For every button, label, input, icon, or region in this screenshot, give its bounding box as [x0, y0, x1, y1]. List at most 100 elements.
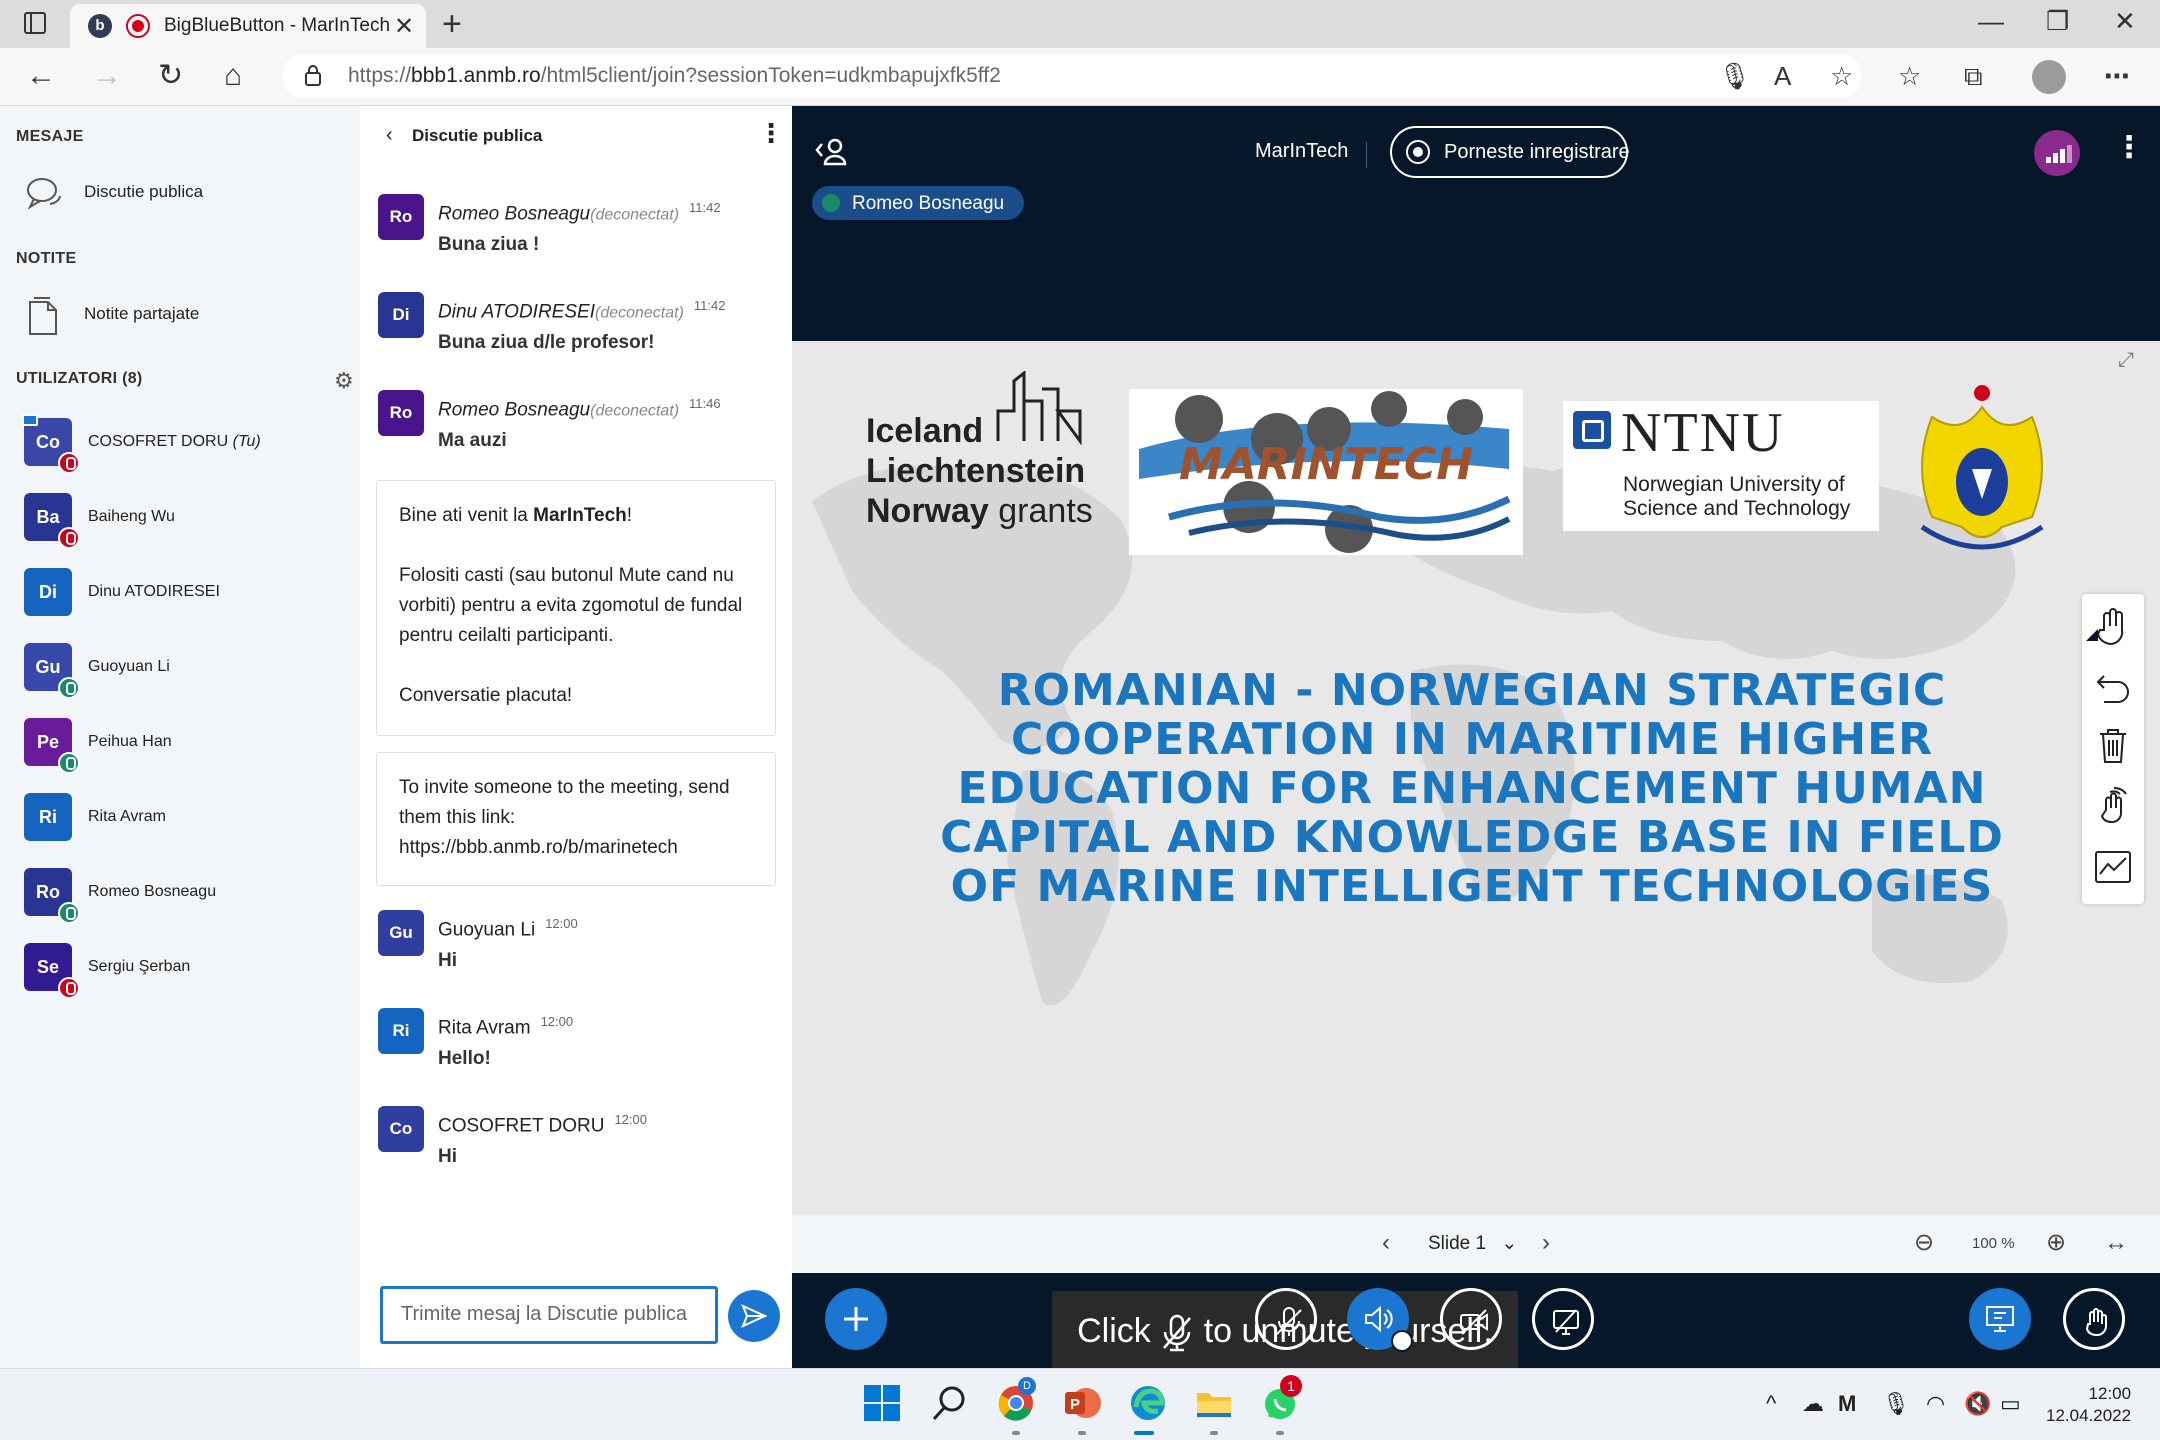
welcome-message: Bine ati venit la MarInTech! Folositi ca… — [376, 480, 776, 736]
user-item[interactable]: Ba Baiheng Wu — [24, 493, 344, 553]
minimize-icon[interactable]: — — [1978, 6, 2004, 37]
message-text: Hi — [438, 1146, 457, 1167]
raise-hand-button[interactable] — [2063, 1288, 2125, 1350]
user-item[interactable]: Ro Romeo Bosneagu — [24, 868, 344, 928]
user-options-gear-icon[interactable]: ⚙ — [334, 368, 354, 394]
battery-icon[interactable]: ▭ — [2000, 1391, 2021, 1417]
tab-actions-icon[interactable] — [24, 12, 46, 34]
fit-width-icon[interactable]: ↔ — [2104, 1229, 2128, 1257]
hand-tool-icon[interactable] — [2092, 606, 2134, 648]
whatsapp-icon[interactable]: 1 — [1260, 1375, 1302, 1423]
home-icon[interactable]: ⌂ — [224, 58, 242, 94]
add-favorite-icon[interactable]: ☆ — [1830, 60, 1853, 92]
annotation-pen-icon[interactable] — [2092, 846, 2134, 888]
powerpoint-icon[interactable]: P — [1062, 1383, 1102, 1423]
restore-icon[interactable]: ❐ — [2046, 6, 2069, 37]
chat-bubble-icon — [27, 178, 61, 210]
raise-hand-icon — [2085, 1308, 2107, 1337]
unmute-button[interactable] — [1255, 1288, 1317, 1350]
zoom-in-icon[interactable]: ⊕ — [2046, 1229, 2066, 1257]
favorites-icon[interactable]: ☆ — [1898, 60, 1921, 92]
message-author: Romeo Bosneagu(deconectat) 11:46 — [438, 396, 721, 421]
previous-slide-icon[interactable]: ‹ — [1382, 1229, 1390, 1257]
users-section-title: UTILIZATORI (8) — [16, 370, 143, 387]
user-item[interactable]: Gu Guoyuan Li — [24, 643, 344, 703]
running-indicator — [1210, 1431, 1218, 1435]
zoom-out-icon[interactable]: ⊖ — [1914, 1229, 1934, 1257]
undo-icon[interactable] — [2092, 666, 2134, 708]
ntnu-mark-icon — [1573, 411, 1611, 449]
user-item[interactable]: Di Dinu ATODIRESEI — [24, 568, 344, 628]
record-icon — [1406, 140, 1430, 164]
divider — [1366, 142, 1367, 168]
restore-presentation-button[interactable] — [1969, 1288, 2031, 1350]
lock-icon[interactable] — [304, 64, 322, 86]
clear-trash-icon[interactable] — [2092, 724, 2134, 766]
screen-share-off-icon — [1553, 1309, 1579, 1335]
browser-tab[interactable]: b BigBlueButton - MarInTech ✕ — [70, 4, 426, 48]
back-icon[interactable]: ← — [26, 58, 56, 94]
public-chat-label: Discutie publica — [84, 182, 204, 201]
slide-title: ROMANIAN - NORWEGIAN STRATEGIC COOPERATI… — [940, 665, 2004, 912]
chat-message-input[interactable]: Trimite mesaj la Discutie publica — [380, 1286, 718, 1344]
message-text: Buna ziua ! — [438, 234, 540, 255]
new-tab-icon[interactable]: + — [442, 4, 462, 44]
presentation-icon — [1986, 1306, 2014, 1332]
user-item[interactable]: Ri Rita Avram — [24, 793, 344, 853]
avatar: Ri — [24, 793, 72, 841]
chevron-down-icon[interactable] — [1391, 1330, 1413, 1352]
options-menu-icon[interactable]: ⋮ — [2114, 130, 2144, 165]
search-icon[interactable] — [930, 1383, 970, 1423]
record-label: Porneste inregistrare — [1444, 141, 1630, 163]
speaker-muted-icon[interactable]: 🔇 — [1964, 1391, 1991, 1417]
profile-avatar-icon[interactable] — [2032, 60, 2066, 94]
cloud-icon[interactable]: ☁ — [1802, 1391, 1824, 1417]
settings-menu-icon[interactable]: ⋯ — [2104, 60, 2130, 92]
chevron-left-icon[interactable]: ‹ — [386, 124, 393, 147]
tab-close-icon[interactable]: ✕ — [394, 12, 414, 41]
windows-taskbar: D P 1 ^ ☁ M 🎙 ◠ 🔇 ▭ 12:00 12.04.2022 — [0, 1368, 2160, 1440]
invite-link[interactable]: https://bbb.anmb.ro/b/marinetech — [399, 833, 753, 863]
chrome-icon[interactable]: D — [996, 1377, 1036, 1423]
talking-indicator[interactable]: Romeo Bosneagu — [812, 186, 1024, 220]
wifi-icon[interactable]: ◠ — [1926, 1391, 1945, 1417]
connection-status-icon[interactable] — [2034, 130, 2080, 176]
mail-icon[interactable]: M — [1838, 1391, 1856, 1417]
fullscreen-icon[interactable]: ⤢ — [2118, 349, 2134, 372]
send-message-button[interactable] — [728, 1290, 780, 1342]
file-explorer-icon[interactable] — [1194, 1383, 1234, 1423]
slide-selector[interactable]: Slide 1 ⌄ — [1428, 1232, 1517, 1255]
toggle-user-list-icon[interactable] — [814, 136, 848, 173]
next-slide-icon[interactable]: › — [1542, 1229, 1550, 1257]
microphone-icon[interactable]: 🎙 — [1882, 1391, 1910, 1417]
edge-icon[interactable] — [1128, 1383, 1168, 1423]
forward-icon[interactable]: → — [92, 58, 122, 94]
share-webcam-button[interactable] — [1440, 1288, 1502, 1350]
taskbar-clock[interactable]: 12:00 12.04.2022 — [2046, 1383, 2131, 1427]
share-screen-button[interactable] — [1532, 1288, 1594, 1350]
chat-title[interactable]: Discutie publica — [412, 126, 542, 146]
audio-settings-button[interactable] — [1347, 1288, 1413, 1352]
presentation-slide[interactable]: ⤢ Iceland Liechtenstein Norway grants MA… — [792, 341, 2160, 1215]
actions-plus-button[interactable] — [825, 1288, 887, 1350]
user-item[interactable]: Co COSOFRET DORU (Tu) — [22, 414, 344, 478]
chat-options-icon[interactable]: ⋮ — [758, 120, 784, 146]
window-close-icon[interactable]: ✕ — [2114, 6, 2136, 37]
message-author: Guoyuan Li 12:00 — [438, 916, 578, 941]
collections-icon[interactable]: ⧉ — [1964, 60, 1983, 92]
url-input[interactable]: https://bbb1.anmb.ro/html5client/join?se… — [282, 54, 1862, 98]
user-list-panel: MESAJE Discutie publica NOTITE Notite pa… — [0, 106, 360, 1368]
user-item[interactable]: Pe Peihua Han — [24, 718, 344, 778]
headphones-icon — [58, 752, 80, 774]
user-item[interactable]: Se Sergiu Şerban — [24, 943, 344, 1003]
chevron-up-icon[interactable]: ^ — [1766, 1391, 1776, 1417]
reload-icon[interactable]: ↻ — [158, 58, 183, 94]
windows-start-icon[interactable] — [862, 1383, 902, 1423]
multi-user-hand-icon[interactable] — [2092, 784, 2134, 826]
microphone-permission-icon[interactable]: 🎙 — [1718, 60, 1751, 92]
start-recording-button[interactable]: Porneste inregistrare — [1390, 126, 1630, 178]
chevron-down-icon: ⌄ — [1501, 1233, 1518, 1254]
avatar: Ri — [378, 1008, 424, 1054]
read-aloud-icon[interactable]: A — [1774, 60, 1791, 92]
user-name: COSOFRET DORU (Tu) — [88, 433, 261, 450]
